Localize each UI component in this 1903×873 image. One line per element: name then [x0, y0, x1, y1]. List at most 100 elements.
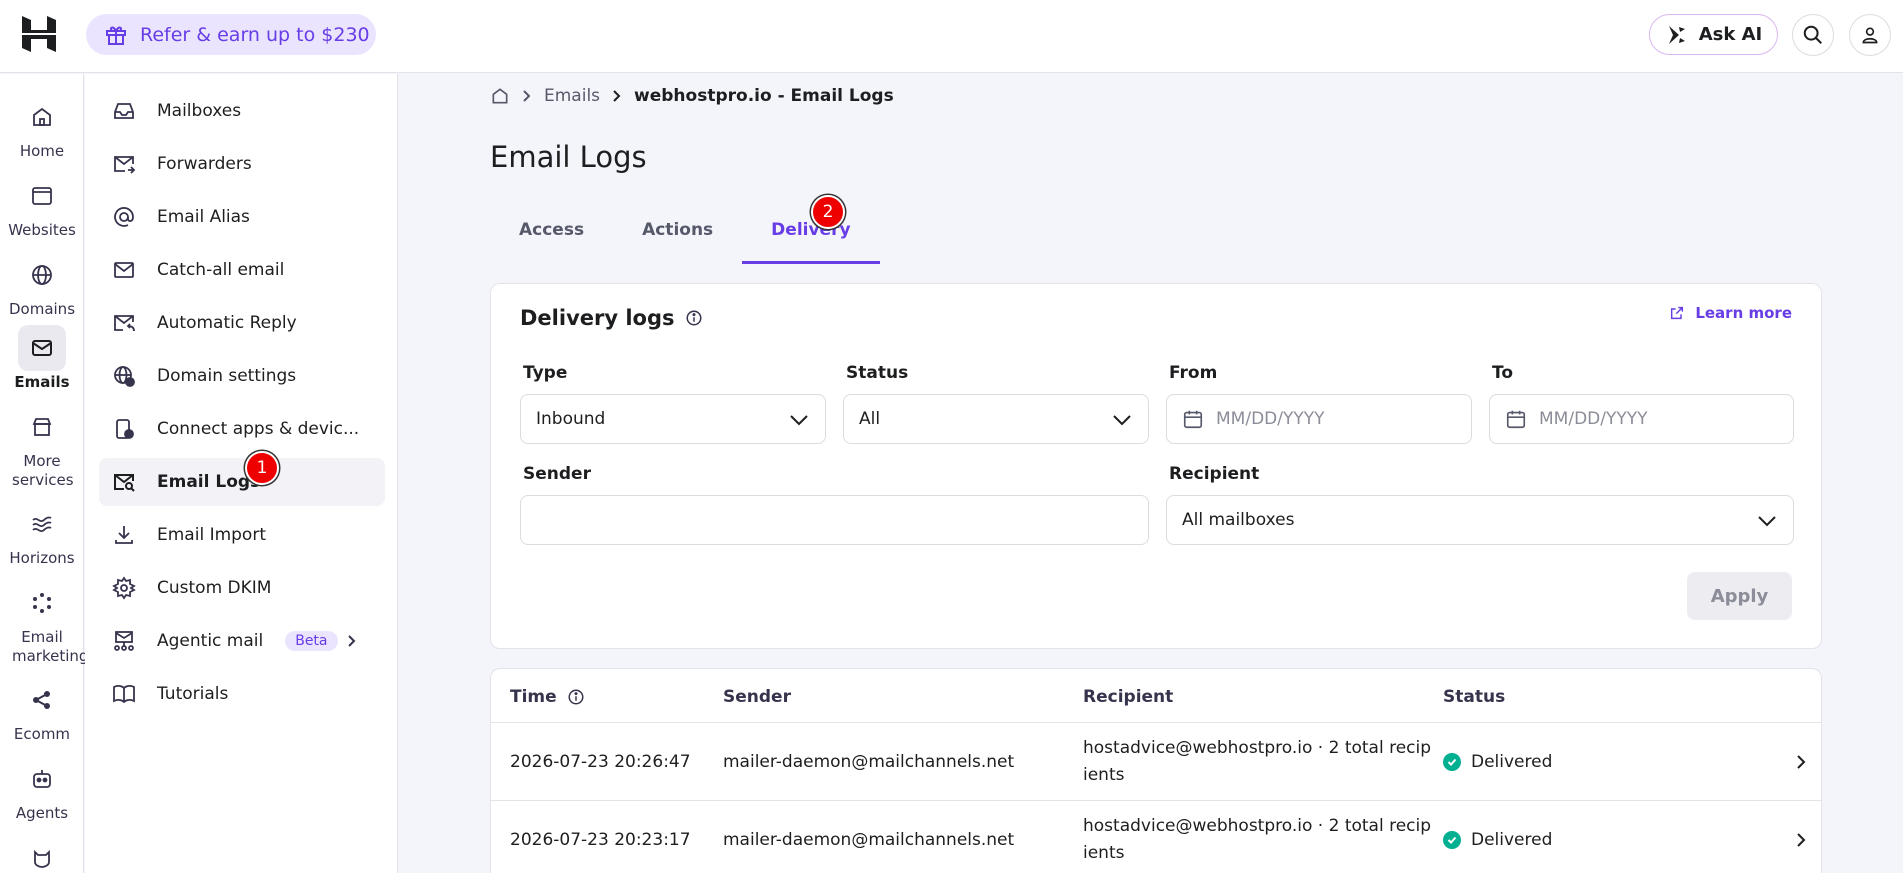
chevron-down-icon: [789, 411, 809, 429]
step-badge-1: 1: [245, 451, 279, 485]
ask-ai-button[interactable]: Ask AI: [1649, 14, 1778, 55]
rail-label: Horizons: [9, 549, 75, 567]
card-title-text: Delivery logs: [520, 306, 675, 330]
row-status: Delivered: [1443, 723, 1552, 801]
menu-item-catch-all[interactable]: Catch-all email: [99, 246, 385, 294]
sender-input[interactable]: [520, 495, 1149, 545]
services-icon: [18, 404, 66, 450]
menu-label: Email Alias: [157, 207, 250, 227]
menu-item-automatic-reply[interactable]: Automatic Reply: [99, 299, 385, 347]
recipient-value: All mailboxes: [1182, 510, 1295, 530]
menu-label: Email Logs: [157, 472, 261, 492]
to-placeholder: MM/DD/YYYY: [1539, 409, 1648, 429]
status-label: Status: [846, 363, 909, 383]
rail-item-ecomm[interactable]: Ecomm: [0, 677, 84, 744]
rail-item-agents[interactable]: Agents: [0, 756, 84, 823]
menu-label: Connect apps & devic...: [157, 419, 360, 439]
globe-settings-icon: [111, 363, 137, 389]
rail-item-emails[interactable]: Emails: [0, 325, 84, 392]
rail-label: Ecomm: [13, 725, 71, 743]
menu-item-email-alias[interactable]: Email Alias: [99, 193, 385, 241]
chevron-down-icon: [1112, 411, 1132, 429]
rail-item-email-marketing[interactable]: Email marketing: [0, 580, 88, 666]
beta-badge: Beta: [285, 631, 338, 651]
chevron-right-icon: [346, 634, 358, 648]
card-title: Delivery logs: [520, 306, 703, 330]
menu-item-email-logs[interactable]: Email Logs: [99, 458, 385, 506]
menu-label: Custom DKIM: [157, 578, 272, 598]
refer-earn-button[interactable]: Refer & earn up to $230: [86, 14, 376, 55]
time-header-label: Time: [510, 687, 557, 707]
external-link-icon: [1669, 305, 1695, 321]
menu-item-email-import[interactable]: Email Import: [99, 511, 385, 559]
type-label: Type: [523, 363, 568, 383]
inbox-icon: [111, 98, 137, 124]
main-nav-rail: Home Websites Domains Emails More servic…: [0, 74, 88, 873]
type-select[interactable]: Inbound: [520, 394, 826, 444]
chevron-right-icon[interactable]: [1795, 753, 1807, 771]
tab-access[interactable]: Access: [490, 206, 613, 264]
chevron-right-icon: [522, 89, 532, 103]
ai-sparkle-icon: [1665, 23, 1699, 47]
rail-item-extra[interactable]: [0, 835, 84, 873]
mail-search-icon: [111, 469, 137, 495]
rail-item-websites[interactable]: Websites: [0, 173, 84, 240]
menu-label: Agentic mail: [157, 631, 264, 651]
gear-icon: [111, 575, 137, 601]
rail-item-home[interactable]: Home: [0, 94, 84, 161]
rail-label: Emails: [14, 373, 70, 391]
info-icon[interactable]: [557, 688, 585, 706]
apply-button[interactable]: Apply: [1687, 572, 1792, 620]
row-sender: mailer-daemon@mailchannels.net: [723, 752, 1015, 772]
home-breadcrumb-icon[interactable]: [490, 86, 510, 106]
menu-item-tutorials[interactable]: Tutorials: [99, 670, 385, 718]
learn-more-link[interactable]: Learn more: [1669, 304, 1792, 322]
email-side-menu: Mailboxes Forwarders Email Alias Catch-a…: [85, 74, 398, 873]
tab-actions[interactable]: Actions: [613, 206, 742, 264]
to-date-input[interactable]: MM/DD/YYYY: [1489, 394, 1794, 444]
menu-item-forwarders[interactable]: Forwarders: [99, 140, 385, 188]
sender-label: Sender: [523, 464, 591, 484]
menu-item-agentic-mail[interactable]: Agentic mail Beta: [99, 617, 385, 665]
websites-icon: [18, 173, 66, 219]
step-badge-2: 2: [811, 195, 845, 229]
table-row[interactable]: 2026-07-23 20:23:17 mailer-daemon@mailch…: [491, 800, 1821, 873]
rail-label: Home: [19, 142, 65, 160]
menu-item-connect-apps[interactable]: Connect apps & devic...: [99, 405, 385, 453]
envelope-icon: [111, 257, 137, 283]
ecomm-icon: [18, 677, 66, 723]
to-label: To: [1492, 363, 1514, 383]
account-button[interactable]: [1849, 14, 1891, 56]
menu-item-custom-dkim[interactable]: Custom DKIM: [99, 564, 385, 612]
horizons-icon: [18, 501, 66, 547]
learn-more-label: Learn more: [1695, 304, 1792, 322]
hostinger-logo-icon[interactable]: [22, 16, 56, 52]
table-row[interactable]: 2026-07-23 20:26:47 mailer-daemon@mailch…: [491, 722, 1821, 801]
menu-label: Tutorials: [157, 684, 229, 704]
rail-label: Domains: [8, 300, 76, 318]
status-select[interactable]: All: [843, 394, 1149, 444]
top-bar: Refer & earn up to $230 Ask AI: [0, 0, 1903, 73]
marketing-icon: [18, 580, 66, 626]
row-time: 2026-07-23 20:26:47: [510, 752, 691, 772]
globe-icon: [18, 252, 66, 298]
row-recipient: hostadvice@webhostpro.io · 2 total recip…: [1083, 816, 1432, 863]
calendar-icon: [1505, 408, 1527, 430]
menu-item-domain-settings[interactable]: Domain settings: [99, 352, 385, 400]
chevron-right-icon[interactable]: [1795, 831, 1807, 849]
recipient-select[interactable]: All mailboxes: [1166, 495, 1794, 545]
rail-label: Agents: [15, 804, 69, 822]
column-header-recipient: Recipient: [1083, 687, 1174, 707]
agent-mail-icon: [111, 628, 137, 654]
breadcrumb-emails-link[interactable]: Emails: [544, 86, 600, 106]
status-text: Delivered: [1471, 830, 1553, 850]
rail-item-more-services[interactable]: More services: [0, 404, 84, 490]
rail-item-horizons[interactable]: Horizons: [0, 501, 84, 568]
menu-item-mailboxes[interactable]: Mailboxes: [99, 87, 385, 135]
device-plus-icon: [111, 416, 137, 442]
from-date-input[interactable]: MM/DD/YYYY: [1166, 394, 1472, 444]
menu-label: Catch-all email: [157, 260, 285, 280]
rail-item-domains[interactable]: Domains: [0, 252, 84, 319]
search-button[interactable]: [1792, 14, 1834, 56]
info-icon[interactable]: [675, 309, 703, 327]
